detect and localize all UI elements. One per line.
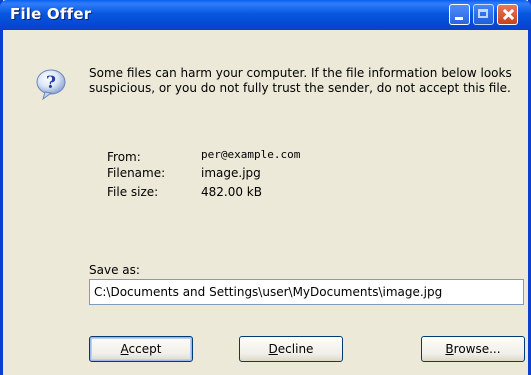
accept-label: ccept	[128, 342, 162, 356]
save-path-input[interactable]: C:\Documents and Settings\user\MyDocumen…	[89, 279, 524, 305]
accept-mnemonic: A	[120, 342, 129, 356]
accept-button[interactable]: Accept	[89, 336, 193, 362]
filename-value: image.jpg	[201, 166, 261, 180]
from-value: per@example.com	[201, 148, 301, 161]
browse-label: rowse...	[453, 342, 501, 356]
window-title: File Offer	[10, 5, 92, 23]
browse-mnemonic: B	[445, 342, 454, 356]
decline-label: ecline	[277, 342, 314, 356]
warning-message: Some files can harm your computer. If th…	[89, 66, 512, 95]
browse-button[interactable]: Browse...	[421, 336, 525, 362]
maximize-icon	[478, 9, 488, 18]
minimize-button[interactable]	[449, 4, 470, 25]
filename-label: Filename:	[107, 166, 166, 180]
file-offer-dialog: File Offer ? Some files can harm your co…	[0, 0, 531, 375]
save-as-label: Save as:	[89, 263, 140, 277]
from-label: From:	[107, 150, 141, 164]
title-bar[interactable]: File Offer	[0, 0, 531, 30]
maximize-button[interactable]	[473, 4, 494, 25]
question-icon: ?	[36, 69, 66, 100]
svg-text:?: ?	[46, 73, 56, 93]
file-size-label: File size:	[107, 185, 159, 199]
decline-button[interactable]: Decline	[239, 336, 343, 362]
minimize-icon	[455, 17, 463, 20]
decline-mnemonic: D	[268, 342, 278, 356]
file-size-value: 482.00 kB	[201, 185, 262, 199]
close-button[interactable]	[497, 4, 518, 25]
